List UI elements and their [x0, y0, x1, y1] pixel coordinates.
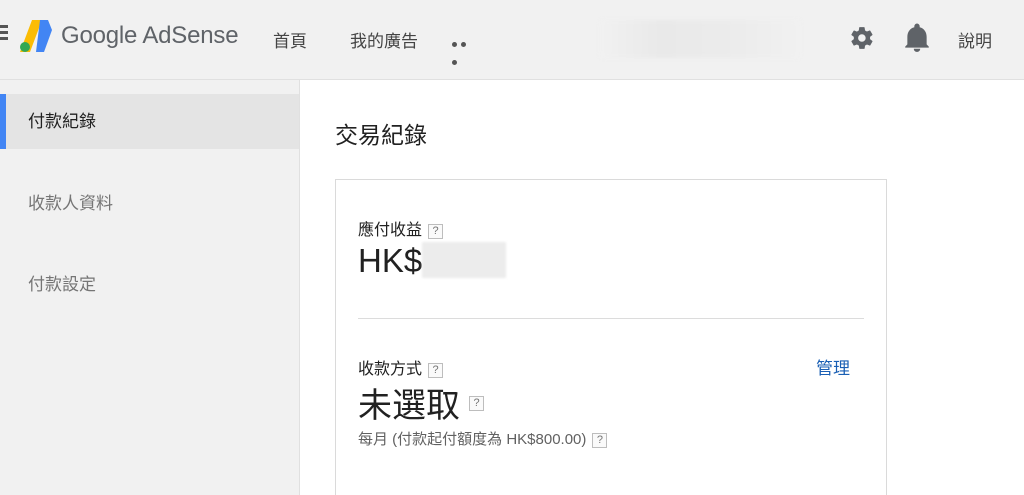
transactions-card: 應付收益? HK$ 收款方式? 管理 未選取 ? 每月 (付款起付額度為 HK$…: [335, 179, 887, 495]
payment-method-value: 未選取: [358, 387, 460, 425]
notifications-bell-icon[interactable]: [904, 23, 930, 53]
top-app-bar: Google AdSense 首頁 我的廣告 說明: [0, 0, 1024, 80]
menu-icon[interactable]: [0, 25, 8, 45]
help-icon[interactable]: ?: [428, 363, 444, 378]
more-menu-icon[interactable]: [452, 34, 478, 65]
nav-my-ads[interactable]: 我的廣告: [350, 27, 418, 52]
help-icon[interactable]: ?: [469, 396, 484, 411]
nav-home[interactable]: 首頁: [273, 27, 307, 52]
manage-link[interactable]: 管理: [816, 354, 850, 379]
redacted-account-area: [600, 20, 800, 58]
sidebar-item-payment-history[interactable]: 付款紀錄: [0, 94, 299, 149]
gear-icon[interactable]: [849, 25, 875, 51]
divider: [358, 318, 864, 319]
product-name: Google AdSense: [61, 22, 239, 49]
sidebar-item-payment-settings[interactable]: 付款設定: [0, 257, 299, 312]
redacted-amount: [422, 242, 506, 278]
earnings-currency: HK$: [358, 242, 423, 279]
payment-method-label-row: 收款方式?: [358, 355, 444, 379]
sidebar-item-payee-profile[interactable]: 收款人資料: [0, 176, 299, 231]
help-icon[interactable]: ?: [592, 433, 608, 448]
payment-threshold-row: 每月 (付款起付額度為 HK$800.00)?: [358, 428, 608, 449]
adsense-logo-icon: [20, 20, 52, 52]
sidebar: 付款紀錄 收款人資料 付款設定: [0, 80, 300, 495]
help-icon[interactable]: ?: [428, 224, 444, 239]
payment-method-label: 收款方式: [358, 361, 423, 378]
page-title: 交易紀錄: [335, 122, 427, 148]
earnings-label: 應付收益: [358, 222, 423, 239]
payment-threshold: 每月 (付款起付額度為 HK$800.00): [358, 431, 587, 448]
help-link[interactable]: 說明: [958, 27, 992, 52]
earnings-label-row: 應付收益?: [358, 216, 444, 240]
